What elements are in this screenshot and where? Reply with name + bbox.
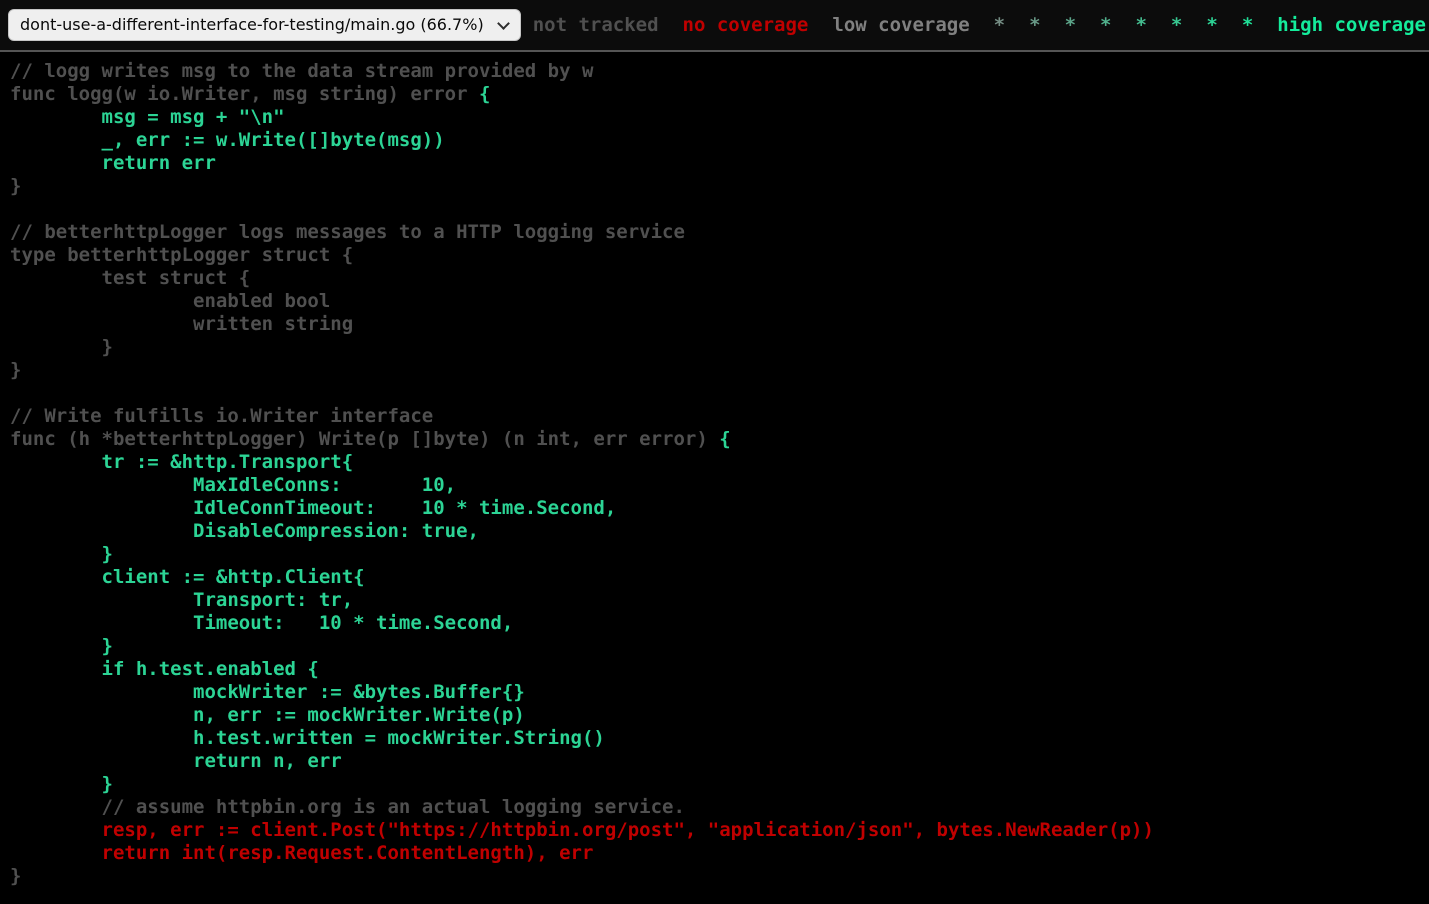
legend-cov0: no coverage: [683, 14, 809, 36]
topbar: dont-use-a-different-interface-for-testi…: [0, 0, 1429, 52]
code-segment-untracked: }: [10, 865, 21, 887]
legend-cov5: *: [1100, 14, 1111, 36]
legend-cov2: *: [994, 14, 1005, 36]
legend-cov9: *: [1242, 14, 1253, 36]
source-code: // logg writes msg to the data stream pr…: [10, 60, 1429, 888]
code-segment-untracked: } // betterhttpLogger logs messages to a…: [10, 175, 719, 450]
code-segment-untracked: // assume httpbin.org is an actual loggi…: [10, 796, 685, 818]
legend-cov4: *: [1065, 14, 1076, 36]
legend-cov3: *: [1029, 14, 1040, 36]
legend-not-tracked: not tracked: [533, 14, 659, 36]
code-segment-covered: { tr := &http.Transport{ MaxIdleConns: 1…: [10, 428, 731, 795]
coverage-legend: not tracked no coverage low coverage * * * * * *…: [533, 14, 1426, 36]
legend-cov8: *: [1206, 14, 1217, 36]
file-select-wrap: dont-use-a-different-interface-for-testi…: [8, 9, 521, 41]
legend-cov1: low coverage: [832, 14, 969, 36]
legend-cov6: *: [1135, 14, 1146, 36]
file-select[interactable]: dont-use-a-different-interface-for-testi…: [8, 9, 521, 41]
code-segment-uncovered: resp, err := client.Post("https://httpbi…: [10, 819, 1154, 864]
legend-cov10: high coverage: [1277, 14, 1426, 36]
legend-cov7: *: [1171, 14, 1182, 36]
code-segment-untracked: // logg writes msg to the data stream pr…: [10, 60, 593, 105]
